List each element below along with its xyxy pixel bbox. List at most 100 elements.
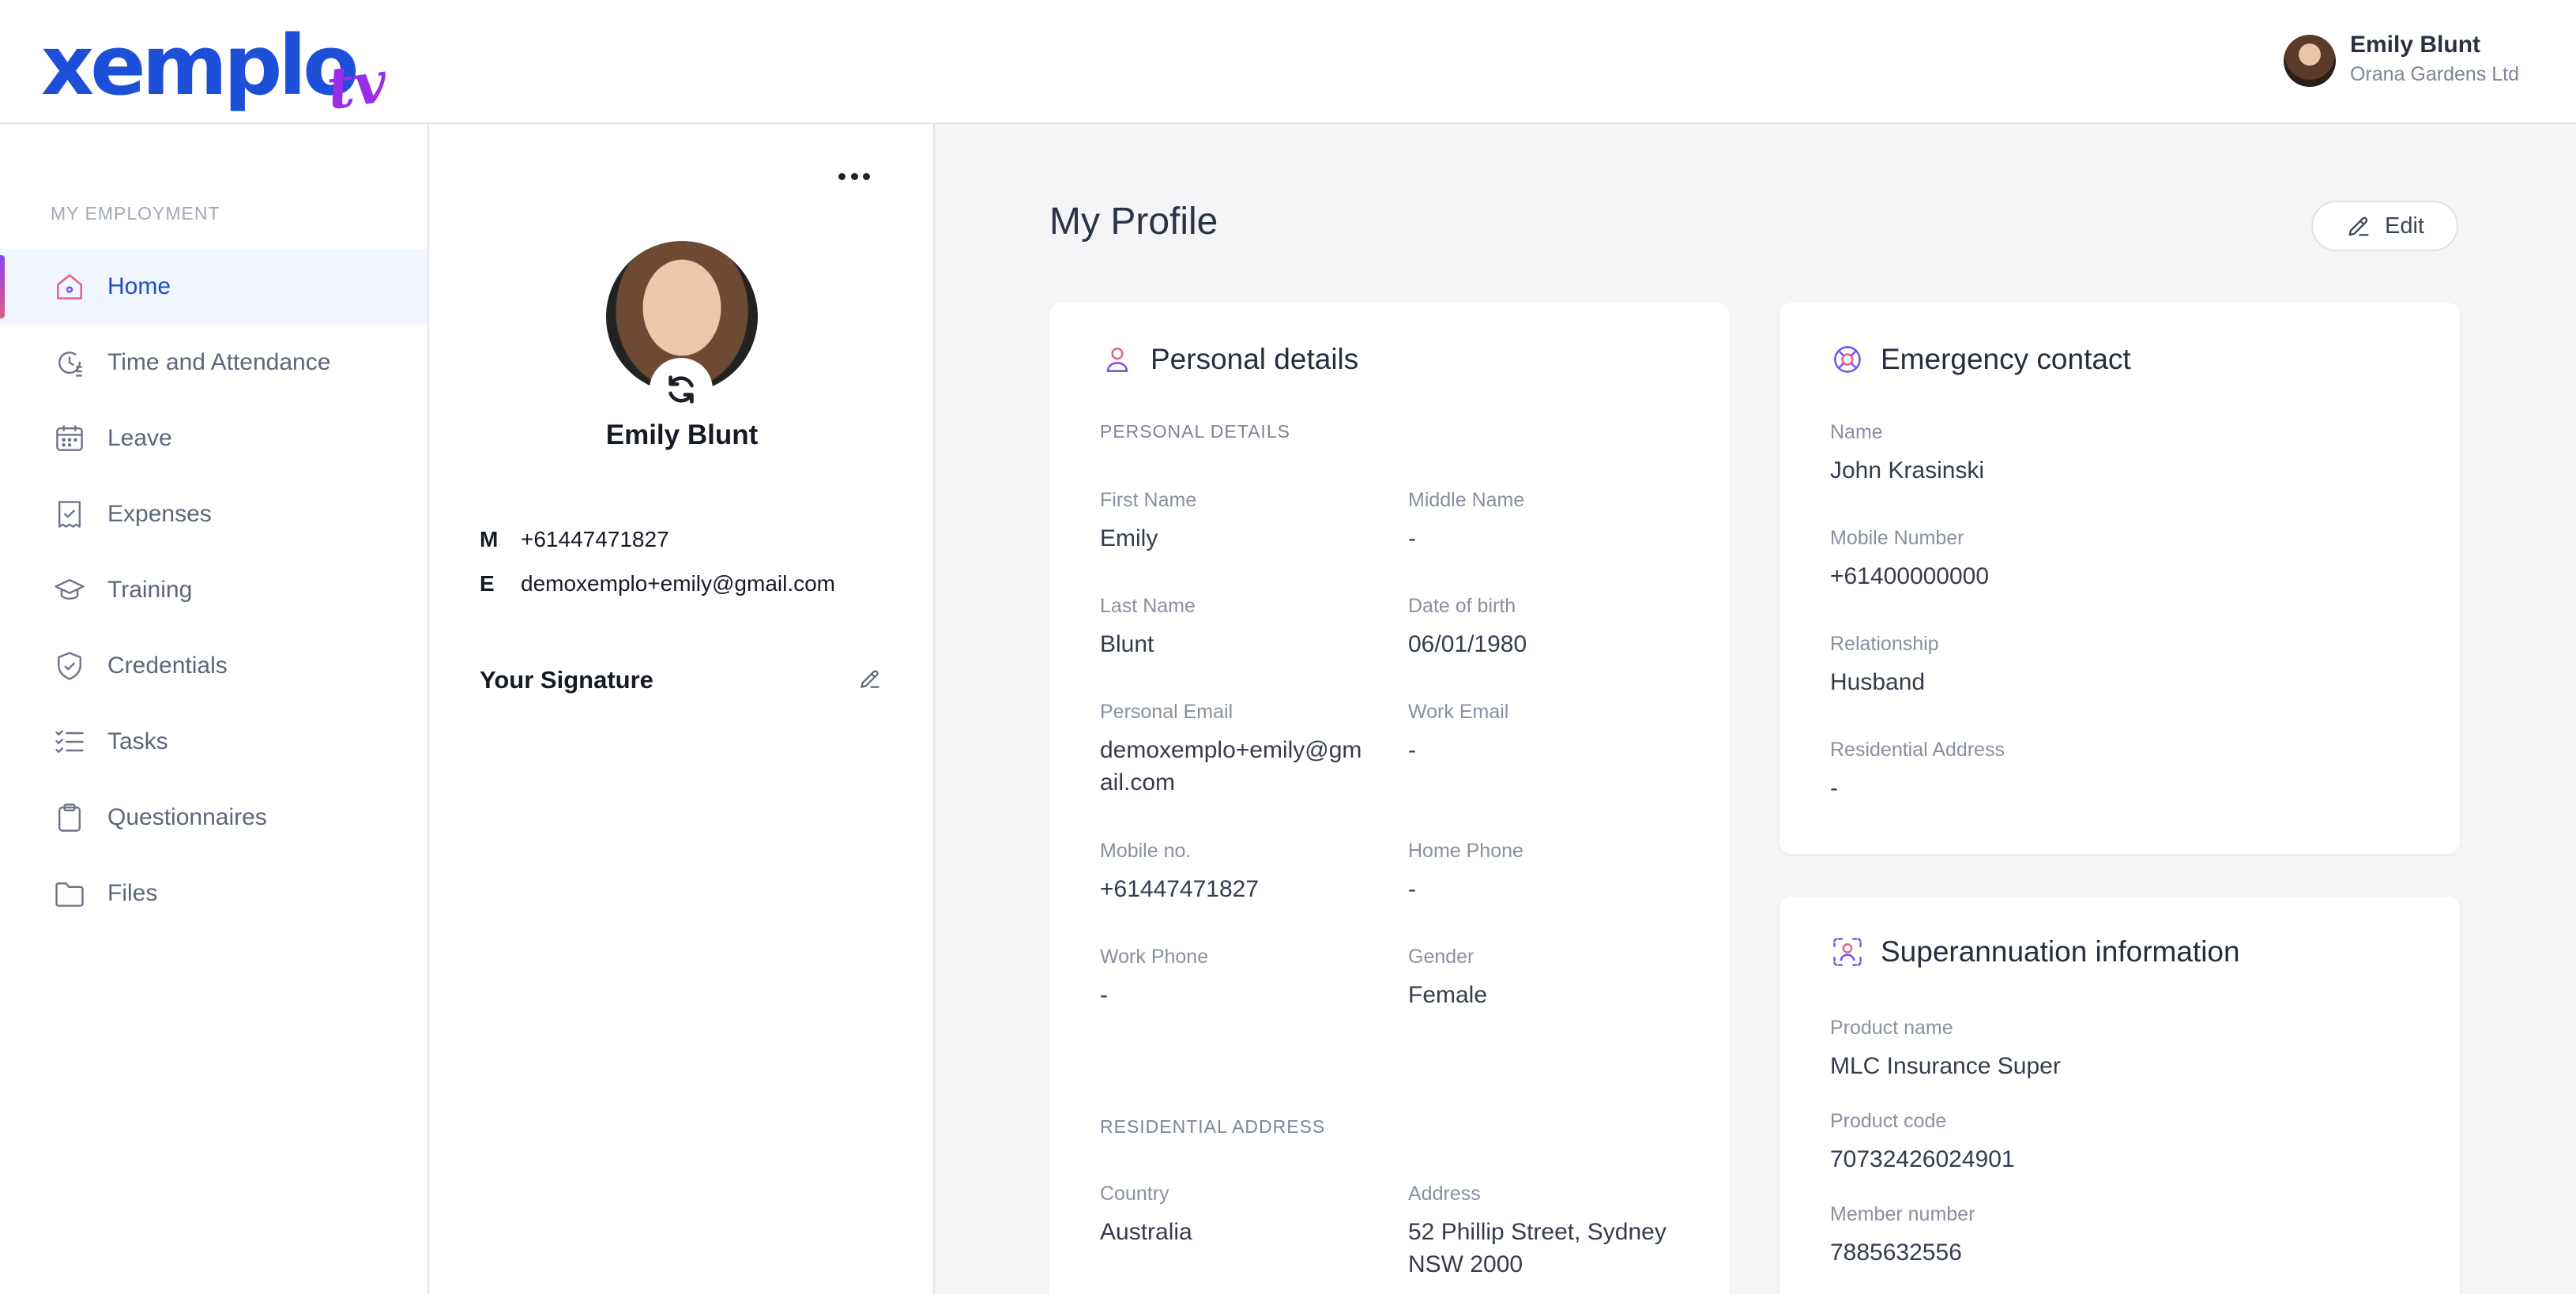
edit-profile-button[interactable]: Edit [2311,201,2458,251]
field-label: Name [1830,421,1883,443]
profile-name: Emily Blunt [605,419,759,450]
sidebar-item-label: Training [107,577,193,603]
refresh-icon [668,375,694,404]
receipt-icon [58,501,81,528]
sidebar-item-tasks[interactable]: Tasks [0,704,427,780]
personal-email-field: Personal Email demoxemplo+emily@gmail.co… [1100,699,1373,799]
field-label: Work Email [1408,701,1509,723]
field-label: Product code [1830,1110,1947,1132]
sidebar-item-files[interactable]: Files [0,856,427,931]
field-value: 52 Phillip Street, Sydney NSW 2000 [1408,1219,1666,1277]
checklist-icon [55,730,84,754]
email-value[interactable]: demoxemplo+emily@gmail.com [521,571,835,596]
folder-icon [55,882,84,907]
emergency-name-field: Name John Krasinski [1830,419,2383,487]
field-value: Australia [1100,1219,1192,1245]
sidebar-item-time-and-attendance[interactable]: Time and Attendance [0,325,427,401]
clipboard-icon [58,803,81,832]
address-field: Address 52 Phillip Street, Sydney NSW 20… [1408,1181,1693,1281]
logo-tv-suffix: tv [322,47,391,122]
edit-button-label: Edit [2385,213,2424,239]
country-field: Country Australia [1100,1181,1384,1248]
sidebar-item-expenses[interactable]: Expenses [0,476,427,552]
date-of-birth-field: Date of birth 06/01/1980 [1408,593,1693,660]
user-company: Orana Gardens Ltd [2350,63,2520,85]
field-value: - [1408,737,1416,763]
personal-details-card: Personal details PERSONAL DETAILS First … [1049,303,1730,1294]
sidebar-item-label: Credentials [107,653,228,679]
sidebar-item-label: Time and Attendance [107,349,331,375]
sidebar: MY EMPLOYMENT Home Time and Attendance L… [0,124,429,1294]
sidebar-item-questionnaires[interactable]: Questionnaires [0,780,427,856]
section-heading: PERSONAL DETAILS [1100,421,1290,442]
edit-signature-button[interactable] [857,666,883,691]
sidebar-item-label: Tasks [107,728,168,754]
sidebar-nav: Home Time and Attendance Leave Expenses [0,249,427,931]
field-value: demoxemplo+emily@gmail.com [1100,737,1362,796]
sidebar-item-label: Files [107,880,158,906]
field-value: +61447471827 [1100,876,1260,902]
middle-name-field: Middle Name - [1408,487,1693,555]
field-label: Address [1408,1183,1481,1205]
work-phone-field: Work Phone - [1100,944,1384,1011]
field-label: Mobile Number [1830,527,1964,549]
sidebar-item-label: Leave [107,425,172,451]
sidebar-item-credentials[interactable]: Credentials [0,628,427,704]
work-email-field: Work Email - [1408,699,1693,766]
field-label: First Name [1100,489,1197,511]
mobile-value[interactable]: +61447471827 [521,527,669,551]
field-value: 06/01/1980 [1408,631,1527,657]
sidebar-item-leave[interactable]: Leave [0,401,427,476]
field-label: Gender [1408,946,1474,968]
field-value: - [1408,525,1416,551]
lifebuoy-icon [1834,346,1861,373]
field-label: Product name [1830,1017,1953,1039]
graduation-cap-icon [55,578,85,600]
card-title: Superannuation information [1881,935,2240,968]
card-title: Emergency contact [1881,343,2131,375]
field-value: Husband [1830,669,1926,695]
user-avatar [2284,35,2336,87]
field-label: Relationship [1830,633,1939,655]
card-title: Personal details [1151,343,1359,375]
sidebar-item-training[interactable]: Training [0,552,427,628]
product-name-field: Product name MLC Insurance Super [1830,1015,2383,1082]
person-icon [1106,347,1128,372]
calendar-icon [56,425,83,451]
field-label: Work Phone [1100,946,1209,968]
email-key: E [480,571,495,596]
field-value: - [1408,876,1416,902]
change-photo-button[interactable] [650,358,713,421]
field-label: Last Name [1100,595,1196,617]
mobile-field: Mobile no. +61447471827 [1100,838,1384,905]
pencil-icon [2348,216,2369,236]
mobile-row: M +61447471827 [480,527,669,552]
field-value: Emily [1100,525,1158,551]
email-row: Edemoxemplo+emily@gmail.com [480,571,835,596]
card-header: Personal details [1100,342,1358,377]
emergency-mobile-field: Mobile Number +61400000000 [1830,525,2383,592]
pencil-icon [861,670,879,688]
sidebar-heading: MY EMPLOYMENT [51,203,220,224]
field-label: Member number [1830,1203,1975,1225]
more-dot [850,172,858,180]
home-phone-field: Home Phone - [1408,838,1693,905]
field-value: MLC Insurance Super [1830,1053,2061,1079]
more-options-button[interactable] [832,160,876,192]
sidebar-item-home[interactable]: Home [0,249,427,325]
top-bar: xemplo tv Emily Blunt Orana Gardens Ltd [0,0,2576,124]
signature-title: Your Signature [480,666,653,694]
field-label: Country [1100,1183,1169,1205]
user-menu[interactable]: Emily Blunt Orana Gardens Ltd [2284,32,2541,95]
last-name-field: Last Name Blunt [1100,593,1384,660]
product-code-field: Product code 70732426024901 [1830,1108,2383,1176]
field-label: Residential Address [1830,739,2005,761]
field-value: Female [1408,982,1488,1008]
first-name-field: First Name Emily [1100,487,1384,555]
card-header: Emergency contact [1830,342,2131,377]
field-value: 7885632556 [1830,1239,1962,1266]
profile-summary-panel: Emily Blunt M +61447471827 Edemoxemplo+em… [429,124,935,1294]
sidebar-item-label: Home [107,273,171,299]
field-label: Date of birth [1408,595,1516,617]
more-dot [863,172,870,180]
